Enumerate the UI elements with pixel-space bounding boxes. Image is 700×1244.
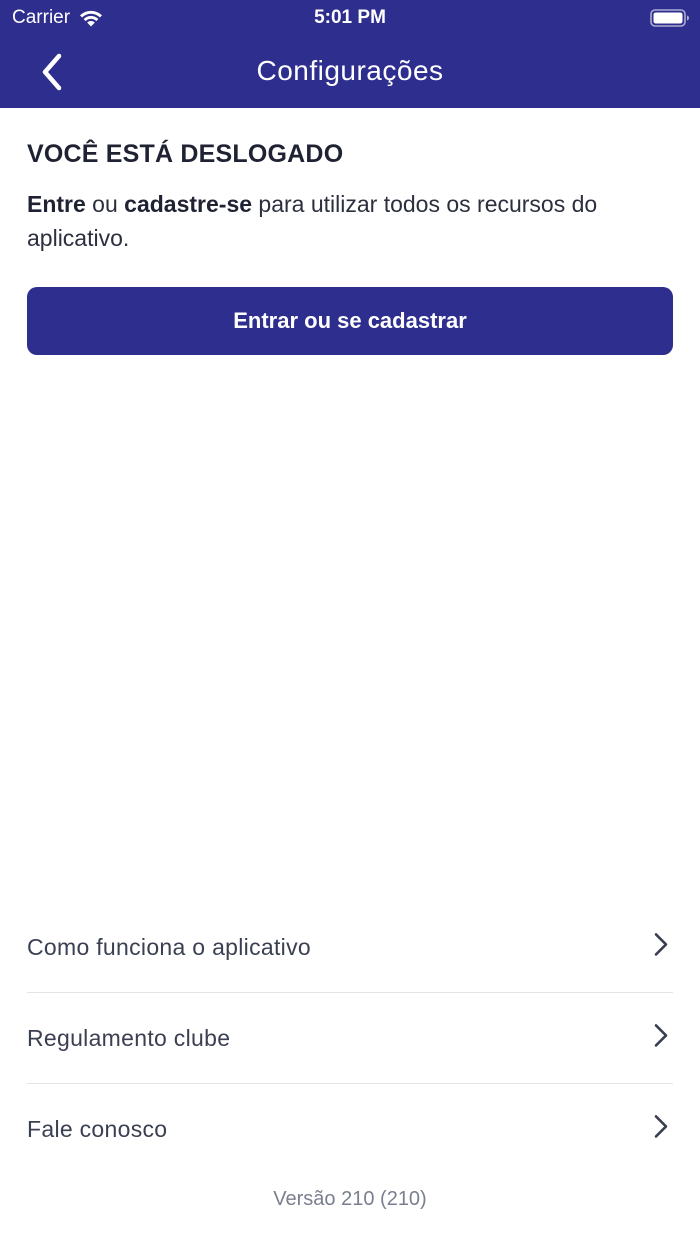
navigation-bar: Configurações — [0, 36, 700, 108]
battery-icon — [650, 9, 689, 27]
status-time: 5:01 PM — [314, 7, 386, 28]
chevron-right-icon — [654, 1024, 668, 1047]
login-register-button[interactable]: Entrar ou se cadastrar — [27, 287, 673, 355]
menu-item-label: Regulamento clube — [27, 1024, 231, 1051]
logged-out-title: VOCÊ ESTÁ DESLOGADO — [27, 140, 344, 168]
desc-register-text: cadastre-se — [124, 191, 253, 217]
menu-item-label: Fale conosco — [27, 1115, 168, 1142]
desc-or-text: ou — [85, 191, 125, 217]
page-title: Configurações — [256, 55, 444, 86]
menu-item-label: Como funciona o aplicativo — [27, 933, 311, 960]
logged-out-section: VOCÊ ESTÁ DESLOGADO Entre ou cadastre-se… — [27, 140, 673, 255]
status-bar: Carrier 5:01 PM — [0, 0, 700, 36]
menu-item-how-it-works[interactable]: Como funciona o aplicativo — [27, 902, 673, 993]
menu-item-club-rules[interactable]: Regulamento clube — [27, 993, 673, 1084]
chevron-right-icon — [654, 933, 668, 956]
logged-out-description: Entre ou cadastre-se para utilizar todos… — [27, 187, 673, 255]
settings-screen: Carrier 5:01 PM Configurações VOCÊ ESTÁ … — [0, 0, 700, 1244]
desc-enter-text: Entre — [27, 191, 86, 217]
chevron-right-icon — [654, 1115, 668, 1138]
header-bar: Carrier 5:01 PM Configurações — [0, 0, 700, 108]
app-version: Versão 210 (210) — [273, 1188, 427, 1210]
settings-menu: Como funciona o aplicativo Regulamento c… — [27, 902, 673, 1174]
menu-item-contact-us[interactable]: Fale conosco — [27, 1084, 673, 1174]
